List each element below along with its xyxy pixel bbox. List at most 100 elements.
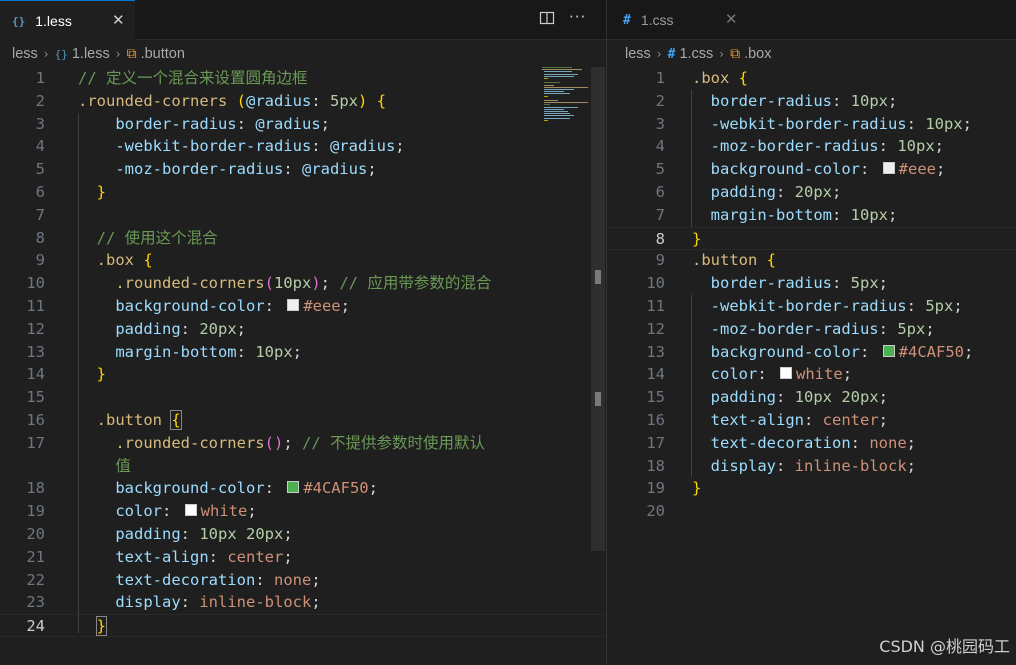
code-editor-css[interactable]: 1 .box {2 border-radius: 10px; 3 -webkit-b…	[607, 67, 1016, 665]
code-line[interactable]: 12 -moz-border-radius: 5px;	[607, 318, 1016, 341]
editor-pane-less[interactable]: {} 1.less ✕ ··· less › {} 1.less › ⧉ .bu…	[0, 0, 606, 665]
code-line[interactable]: 2 border-radius: 10px;	[607, 90, 1016, 113]
code-text: }	[692, 477, 701, 500]
code-line[interactable]: 24 }	[0, 614, 606, 638]
editor-pane-css[interactable]: # 1.css ✕ less › # 1.css › ⧉ .box 1 .box …	[607, 0, 1016, 665]
code-line[interactable]: 19 color: white;	[0, 500, 606, 523]
code-text: -webkit-border-radius: 5px;	[692, 295, 963, 318]
code-line[interactable]: 19}	[607, 477, 1016, 500]
code-line[interactable]: 4 -moz-border-radius: 10px;	[607, 135, 1016, 158]
code-token: 10px	[255, 342, 293, 361]
code-token: 20px	[794, 183, 832, 201]
code-line[interactable]: 3 border-radius: @radius;	[0, 113, 606, 136]
code-line[interactable]: 2 .rounded-corners (@radius: 5px) {	[0, 90, 606, 113]
code-token: ;	[283, 433, 302, 452]
code-text: -moz-border-radius: 5px;	[692, 318, 935, 341]
tab-1-css[interactable]: # 1.css ✕	[607, 0, 743, 40]
code-editor-less[interactable]: 1// 定义一个混合来设置圆角边框 2 .rounded-corners (@rad…	[0, 67, 606, 665]
color-swatch[interactable]	[287, 481, 300, 494]
tab-1-less[interactable]: {} 1.less ✕	[0, 0, 135, 41]
color-swatch[interactable]	[780, 367, 793, 380]
line-number: 16	[646, 411, 665, 429]
color-swatch[interactable]	[882, 344, 895, 357]
code-line[interactable]: 11 background-color: #eee;	[0, 295, 606, 318]
code-line[interactable]: 13 background-color: #4CAF50;	[607, 341, 1016, 364]
code-line[interactable]: 17 text-decoration: none;	[607, 432, 1016, 455]
code-token: ;	[888, 205, 898, 224]
code-line[interactable]: 14 }	[0, 363, 606, 386]
breadcrumb-folder[interactable]: less	[625, 46, 651, 62]
code-line[interactable]: 5 -moz-border-radius: @radius;	[0, 158, 606, 181]
color-swatch[interactable]	[287, 299, 300, 311]
code-line[interactable]: 18 background-color: #4CAF50;	[0, 477, 606, 500]
code-line[interactable]: 15 padding: 10px 20px;	[607, 386, 1016, 409]
code-line[interactable]: 1 .box {	[607, 67, 1016, 90]
code-line[interactable]: 6 }	[0, 181, 606, 204]
color-swatch[interactable]	[184, 504, 197, 517]
code-line[interactable]: 20	[607, 500, 1016, 523]
code-line[interactable]: 9 .button {	[607, 249, 1016, 272]
code-line[interactable]: 6 padding: 20px;	[607, 181, 1016, 204]
code-line[interactable]: 21 text-align: center;	[0, 546, 606, 569]
code-line[interactable]: 3 -webkit-border-radius: 10px;	[607, 113, 1016, 136]
code-text: padding: 10px 20px;	[692, 386, 888, 409]
chevron-right-icon: ›	[43, 47, 49, 61]
code-line[interactable]: 16 text-align: center;	[607, 409, 1016, 432]
code-line[interactable]: 11 -webkit-border-radius: 5px;	[607, 295, 1016, 318]
breadcrumb-folder[interactable]: less	[12, 46, 38, 62]
code-token: :	[264, 297, 284, 315]
code-line[interactable]: 4 -webkit-border-radius: @radius;	[0, 135, 606, 158]
code-token: border-radius	[710, 91, 832, 110]
breadcrumb-file[interactable]: {} 1.less	[55, 46, 110, 62]
breadcrumb-symbol[interactable]: ⧉ .button	[127, 46, 185, 62]
code-token: :	[776, 456, 795, 475]
split-editor-icon[interactable]	[539, 10, 555, 30]
code-line[interactable]: 13 margin-bottom: 10px;	[0, 341, 606, 364]
code-line[interactable]: 22 text-decoration: none;	[0, 569, 606, 592]
code-text: border-radius: @radius;	[78, 113, 330, 136]
code-token: :	[236, 342, 256, 361]
code-token: :	[162, 502, 181, 521]
code-line[interactable]: 7	[0, 204, 606, 227]
code-line[interactable]: 8}	[607, 226, 1016, 250]
code-line[interactable]: 10 border-radius: 5px;	[607, 272, 1016, 295]
code-line[interactable]: 8 // 使用这个混合	[0, 227, 606, 250]
breadcrumb-symbol[interactable]: ⧉ .box	[730, 46, 771, 62]
code-line[interactable]: 18 display: inline-block;	[607, 455, 1016, 478]
code-line[interactable]: 14 color: white;	[607, 363, 1016, 386]
code-token: .button	[692, 251, 758, 270]
close-icon[interactable]: ✕	[725, 10, 738, 28]
code-token: text-decoration	[710, 433, 851, 452]
color-swatch[interactable]	[882, 162, 895, 175]
code-line[interactable]: 16 .button {	[0, 409, 606, 432]
code-line[interactable]: 值	[0, 455, 606, 478]
code-token: ;	[247, 502, 257, 521]
code-token: padding	[710, 183, 776, 201]
code-line[interactable]: 10 .rounded-corners(10px); // 应用带参数的混合	[0, 272, 606, 295]
code-line[interactable]: 9 .box {	[0, 249, 606, 272]
code-line[interactable]: 7 margin-bottom: 10px;	[607, 204, 1016, 227]
code-line[interactable]: 1 // 定义一个混合来设置圆角边框	[0, 67, 606, 90]
code-line[interactable]: 12 padding: 20px;	[0, 318, 606, 341]
code-text: .box {	[78, 249, 153, 272]
vertical-scrollbar[interactable]	[591, 67, 605, 551]
code-line[interactable]: 23 display: inline-block;	[0, 591, 606, 614]
close-icon[interactable]: ✕	[112, 11, 125, 29]
code-token: -moz-border-radius	[710, 137, 879, 156]
code-line[interactable]: 15	[0, 386, 606, 409]
line-number: 17	[26, 433, 45, 452]
breadcrumb-file[interactable]: # 1.css	[668, 46, 714, 62]
more-actions-icon[interactable]: ···	[569, 8, 586, 26]
minimap[interactable]	[540, 67, 592, 137]
code-line[interactable]: 5 background-color: #eee;	[607, 158, 1016, 181]
code-token: }	[692, 479, 702, 498]
code-line[interactable]: 20 padding: 10px 20px;	[0, 523, 606, 546]
code-line[interactable]: 17 .rounded-corners(); // 不提供参数时使用默认	[0, 432, 606, 455]
